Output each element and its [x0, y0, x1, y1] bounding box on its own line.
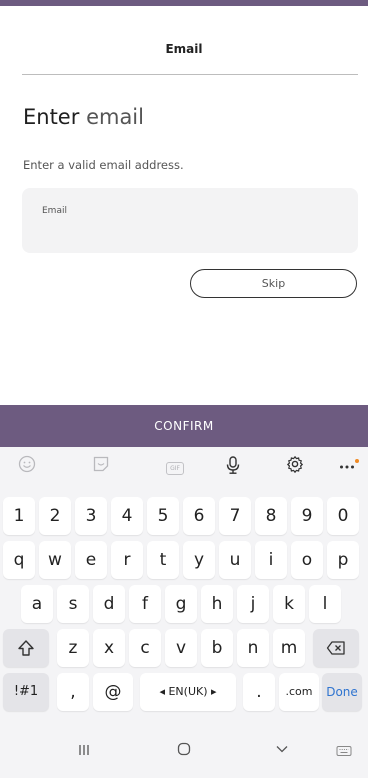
email-hint: Enter a valid email address.: [23, 158, 184, 172]
key-a[interactable]: a: [21, 585, 53, 623]
key-q[interactable]: q: [3, 541, 35, 579]
emoji-icon[interactable]: [12, 455, 42, 481]
key-p[interactable]: p: [327, 541, 359, 579]
system-nav-bar: [0, 729, 368, 778]
key-b[interactable]: b: [201, 629, 233, 667]
key-n[interactable]: n: [237, 629, 269, 667]
key-s[interactable]: s: [57, 585, 89, 623]
key-3[interactable]: 3: [75, 497, 107, 535]
email-field-label: Email: [42, 206, 67, 216]
key-1[interactable]: 1: [3, 497, 35, 535]
notification-dot: [355, 459, 359, 463]
key-6[interactable]: 6: [183, 497, 215, 535]
key-8[interactable]: 8: [255, 497, 287, 535]
key-i[interactable]: i: [255, 541, 287, 579]
key-v[interactable]: v: [165, 629, 197, 667]
key-x[interactable]: x: [93, 629, 125, 667]
back-chevron-icon[interactable]: [262, 741, 302, 765]
done-key[interactable]: Done: [322, 673, 362, 711]
recents-icon[interactable]: [64, 741, 104, 765]
page-title: Email: [165, 42, 203, 56]
key-h[interactable]: h: [201, 585, 233, 623]
symbols-key[interactable]: !#1: [3, 673, 49, 711]
key-m[interactable]: m: [273, 629, 305, 667]
period-key[interactable]: .: [243, 673, 275, 711]
heading-strong: Enter: [23, 105, 80, 129]
header: Email: [0, 6, 368, 75]
heading-light: email: [86, 105, 144, 129]
keyboard-toolbar: GIF: [0, 447, 368, 489]
dotcom-key[interactable]: .com: [279, 673, 319, 711]
keyboard-icon[interactable]: [324, 741, 364, 765]
key-9[interactable]: 9: [291, 497, 323, 535]
key-o[interactable]: o: [291, 541, 323, 579]
backspace-key[interactable]: [313, 629, 359, 667]
email-input[interactable]: [42, 220, 342, 244]
backspace-icon: [326, 640, 345, 655]
header-divider: [22, 74, 358, 75]
more-icon[interactable]: [332, 455, 362, 481]
home-icon[interactable]: [164, 741, 204, 765]
key-j[interactable]: j: [237, 585, 269, 623]
space-key[interactable]: ◂ EN(UK) ▸: [140, 673, 236, 711]
gear-icon[interactable]: [280, 455, 310, 481]
microphone-icon[interactable]: [218, 455, 248, 481]
key-u[interactable]: u: [219, 541, 251, 579]
at-key[interactable]: @: [93, 673, 133, 711]
section-heading: Enter email: [23, 105, 144, 129]
email-field[interactable]: Email: [22, 188, 358, 253]
key-7[interactable]: 7: [219, 497, 251, 535]
key-d[interactable]: d: [93, 585, 125, 623]
key-l[interactable]: l: [309, 585, 341, 623]
sticker-icon[interactable]: [86, 455, 116, 481]
key-c[interactable]: c: [129, 629, 161, 667]
key-w[interactable]: w: [39, 541, 71, 579]
key-e[interactable]: e: [75, 541, 107, 579]
key-4[interactable]: 4: [111, 497, 143, 535]
key-k[interactable]: k: [273, 585, 305, 623]
confirm-button[interactable]: CONFIRM: [0, 405, 368, 447]
key-r[interactable]: r: [111, 541, 143, 579]
shift-icon: [18, 639, 34, 656]
skip-button[interactable]: Skip: [190, 269, 357, 298]
shift-key[interactable]: [3, 629, 49, 667]
key-y[interactable]: y: [183, 541, 215, 579]
key-5[interactable]: 5: [147, 497, 179, 535]
key-2[interactable]: 2: [39, 497, 71, 535]
key-g[interactable]: g: [165, 585, 197, 623]
comma-key[interactable]: ,: [57, 673, 89, 711]
gif-icon[interactable]: GIF: [160, 455, 190, 481]
key-0[interactable]: 0: [327, 497, 359, 535]
key-f[interactable]: f: [129, 585, 161, 623]
key-t[interactable]: t: [147, 541, 179, 579]
key-z[interactable]: z: [57, 629, 89, 667]
